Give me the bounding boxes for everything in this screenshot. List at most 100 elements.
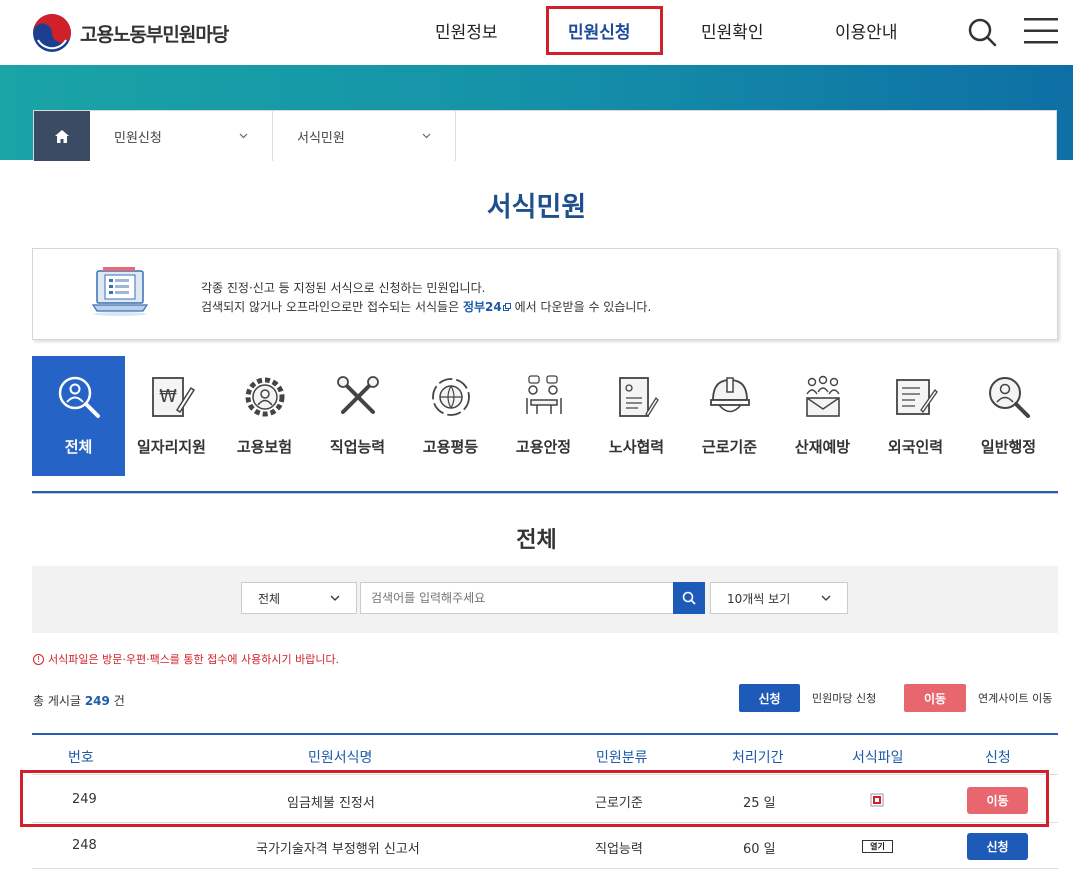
total-prefix: 총 게시글	[33, 694, 81, 708]
category-label: 산재예방	[794, 438, 851, 456]
breadcrumb-form-civil[interactable]: 서식민원	[273, 111, 456, 161]
category-tabs: 전체 ₩ 일자리지원 고용보험 직업능력 고용평등 고용안정 노사협력 근로기준…	[32, 356, 1058, 476]
site-header: 고용노동부민원마당 민원정보 민원신청 민원확인 이용안내	[0, 0, 1073, 65]
section-title: 전체	[516, 528, 557, 553]
column-header-apply: 신청	[985, 750, 1011, 766]
page-title: 서식민원	[486, 192, 587, 223]
breadcrumb-label: 서식민원	[297, 130, 345, 146]
taegeuk-logo-icon	[33, 14, 71, 52]
nav-civil-info[interactable]: 민원정보	[435, 18, 498, 43]
document-pen-icon	[619, 377, 659, 418]
won-document-icon: ₩	[152, 377, 195, 417]
breadcrumb: 민원신청 서식민원	[33, 110, 1057, 161]
category-tab-job-support[interactable]: ₩ 일자리지원	[125, 356, 218, 476]
category-tab-equality[interactable]: 고용평등	[404, 356, 497, 476]
category-label: 근로기준	[701, 438, 758, 456]
total-suffix: 건	[113, 694, 125, 708]
category-label: 전체	[64, 438, 93, 456]
info-line2-prefix: 검색되지 않거나 오프라인으로만 접수되는 서식들은	[201, 300, 460, 314]
column-header-category: 민원분류	[596, 750, 648, 766]
page-size-select[interactable]: 10개씩 보기	[710, 582, 848, 614]
row-number: 248	[72, 838, 97, 853]
notice-label: 서식파일은 방문·우편·팩스를 통한 접수에 사용하시기 바랍니다.	[48, 653, 340, 666]
legend-apply-text: 민원마당 신청	[812, 692, 877, 705]
table-row: 248 국가기술자격 부정행위 신고서 직업능력 60 일 열기 신청	[32, 823, 1058, 869]
category-tab-vocational[interactable]: 직업능력	[311, 356, 404, 476]
category-divider	[32, 491, 1058, 494]
category-label: 고용안정	[515, 438, 572, 456]
nav-civil-check[interactable]: 민원확인	[701, 18, 764, 43]
breadcrumb-civil-apply[interactable]: 민원신청	[90, 111, 273, 161]
category-label: 고용보험	[236, 438, 293, 456]
info-line2-suffix: 에서 다운받을 수 있습니다.	[514, 300, 652, 314]
search-submit-button[interactable]	[673, 582, 705, 614]
gov24-link[interactable]: 정부24	[463, 300, 511, 314]
home-icon	[55, 129, 69, 143]
legend-apply-badge: 신청	[739, 684, 800, 712]
search-scope-select[interactable]: 전체	[241, 582, 357, 614]
column-header-name: 민원서식명	[308, 750, 373, 766]
search-icon[interactable]	[966, 16, 998, 48]
laptop-form-icon	[91, 267, 149, 316]
external-link-icon	[502, 303, 511, 311]
category-tab-general-admin[interactable]: 일반행정	[962, 356, 1055, 476]
globe-arrows-icon	[432, 378, 470, 416]
chevron-down-icon	[422, 133, 431, 139]
checklist-pen-icon	[896, 379, 938, 415]
helmet-icon	[710, 377, 750, 413]
breadcrumb-label: 민원신청	[114, 130, 162, 146]
gear-person-icon	[245, 377, 285, 417]
category-tab-labor-relations[interactable]: 노사협력	[590, 356, 683, 476]
info-line2: 검색되지 않거나 오프라인으로만 접수되는 서식들은 정부24 에서 다운받을 …	[201, 298, 651, 315]
search-icon	[682, 591, 696, 605]
row-period: 60 일	[743, 842, 776, 857]
alert-circle-icon: !	[33, 653, 44, 665]
site-logo[interactable]: 고용노동부민원마당	[32, 13, 229, 53]
open-file-badge[interactable]: 열기	[862, 840, 893, 853]
row-highlight-box	[20, 770, 1049, 827]
category-label: 고용평등	[422, 438, 479, 456]
page-size-value: 10개씩 보기	[727, 591, 791, 606]
category-tab-foreign-workforce[interactable]: 외국인력	[869, 356, 962, 476]
category-label: 외국인력	[887, 438, 944, 456]
category-tab-all[interactable]: 전체	[32, 356, 125, 476]
column-header-file: 서식파일	[852, 750, 904, 766]
category-tab-accident-prevention[interactable]: 산재예방	[776, 356, 869, 476]
row-apply-button[interactable]: 신청	[967, 833, 1028, 860]
legend-move-badge: 이동	[904, 684, 966, 712]
row-form-name[interactable]: 국가기술자격 부정행위 신고서	[256, 838, 420, 857]
column-header-period: 처리기간	[732, 750, 784, 766]
meeting-icon	[526, 375, 562, 414]
info-box: 각종 진정·신고 등 지정된 서식으로 신청하는 민원입니다. 검색되지 않거나…	[32, 248, 1058, 340]
magnifier-person-icon	[989, 377, 1030, 418]
svg-text:₩: ₩	[159, 386, 177, 407]
category-tab-employment-insurance[interactable]: 고용보험	[218, 356, 311, 476]
category-label: 노사협력	[608, 438, 665, 456]
chevron-down-icon	[330, 595, 340, 601]
breadcrumb-home[interactable]	[34, 111, 90, 161]
search-scope-value: 전체	[258, 591, 281, 606]
search-input[interactable]	[360, 582, 674, 614]
hamburger-menu-icon[interactable]	[1024, 17, 1058, 45]
column-header-no: 번호	[68, 750, 94, 766]
tools-icon	[337, 376, 379, 414]
category-tab-stability[interactable]: 고용안정	[497, 356, 590, 476]
table-header: 번호 민원서식명 민원분류 처리기간 서식파일 신청	[32, 733, 1058, 775]
magnifier-person-icon	[58, 376, 100, 418]
forms-table: 번호 민원서식명 민원분류 처리기간 서식파일 신청 249 임금체불 진정서 …	[32, 733, 1058, 869]
row-category: 직업능력	[595, 842, 643, 857]
legend: 신청 민원마당 신청 이동 연계사이트 이동	[739, 684, 1052, 712]
category-label: 일자리지원	[136, 438, 206, 456]
nav-highlight-box	[546, 6, 663, 55]
chevron-down-icon	[239, 133, 248, 139]
chevron-down-icon	[821, 595, 831, 601]
total-number: 249	[84, 694, 110, 708]
gov24-link-label: 정부24	[462, 300, 502, 314]
total-count: 총 게시글 249 건	[33, 692, 125, 709]
category-tab-labor-standards[interactable]: 근로기준	[683, 356, 776, 476]
search-area: 전체 10개씩 보기	[32, 566, 1058, 633]
category-label: 일반행정	[980, 438, 1037, 456]
people-mail-icon	[806, 375, 840, 417]
notice-text: ! 서식파일은 방문·우편·팩스를 통한 접수에 사용하시기 바랍니다.	[33, 651, 339, 667]
nav-guide[interactable]: 이용안내	[835, 18, 898, 43]
